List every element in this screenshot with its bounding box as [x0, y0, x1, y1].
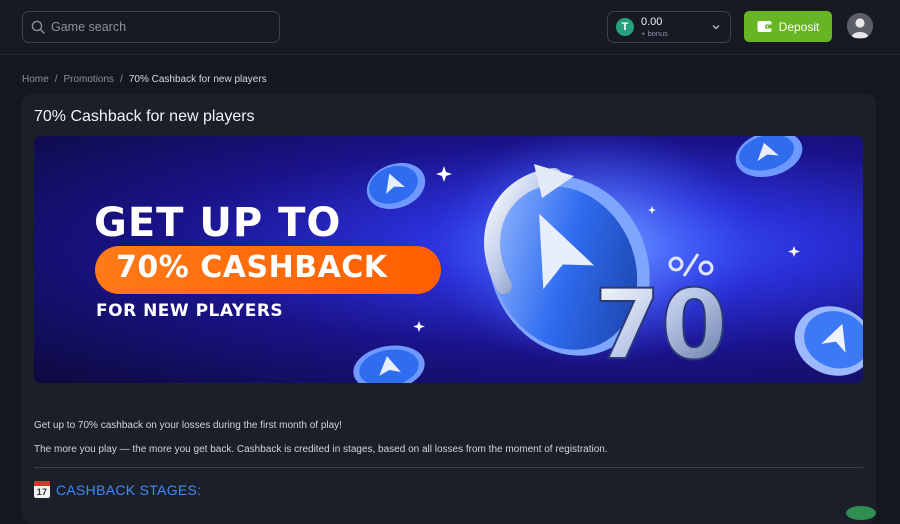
- description-line-2: The more you play — the more you get bac…: [34, 444, 608, 455]
- section-heading-text: CASHBACK STAGES:: [56, 481, 202, 498]
- breadcrumb: Home / Promotions / 70% Cashback for new…: [22, 74, 267, 85]
- promo-banner: 70 GET UP TO 70% CASHBACK FOR NEW PLAYER…: [34, 136, 863, 383]
- section-heading: 17 CASHBACK STAGES:: [34, 481, 201, 498]
- breadcrumb-separator: /: [54, 74, 58, 85]
- deposit-button[interactable]: Deposit: [744, 11, 832, 42]
- banner-headline: GET UP TO: [94, 200, 342, 246]
- search-icon: [31, 20, 45, 34]
- banner-cashback-text: 70% CASHBACK: [116, 250, 388, 285]
- calendar-icon: 17: [34, 481, 50, 498]
- description-line-1: Get up to 70% cashback on your losses du…: [34, 420, 342, 431]
- wallet-icon: [757, 21, 773, 32]
- balance-bonus: + bonus: [641, 28, 668, 38]
- deposit-label: Deposit: [778, 19, 820, 34]
- tether-icon: T: [616, 18, 634, 36]
- divider: [34, 467, 863, 468]
- balance-text: 0.00 + bonus: [641, 15, 668, 38]
- chevron-down-icon: [712, 25, 720, 30]
- page-title: 70% Cashback for new players: [34, 108, 255, 125]
- breadcrumb-home[interactable]: Home: [22, 74, 49, 85]
- chat-widget-edge[interactable]: [846, 506, 876, 520]
- search-box[interactable]: [22, 11, 280, 43]
- breadcrumb-promotions[interactable]: Promotions: [63, 74, 114, 85]
- search-input[interactable]: [51, 20, 261, 34]
- balance-amount: 0.00: [641, 15, 663, 28]
- breadcrumb-current: 70% Cashback for new players: [128, 74, 267, 85]
- svg-text:70: 70: [594, 269, 728, 381]
- avatar[interactable]: [847, 13, 873, 39]
- top-bar: T 0.00 + bonus Deposit: [0, 0, 900, 55]
- breadcrumb-separator: /: [120, 74, 123, 85]
- banner-subline: FOR NEW PLAYERS: [96, 301, 284, 321]
- balance-dropdown[interactable]: T 0.00 + bonus: [607, 11, 731, 43]
- user-icon: [847, 13, 873, 39]
- calendar-day: 17: [36, 487, 48, 497]
